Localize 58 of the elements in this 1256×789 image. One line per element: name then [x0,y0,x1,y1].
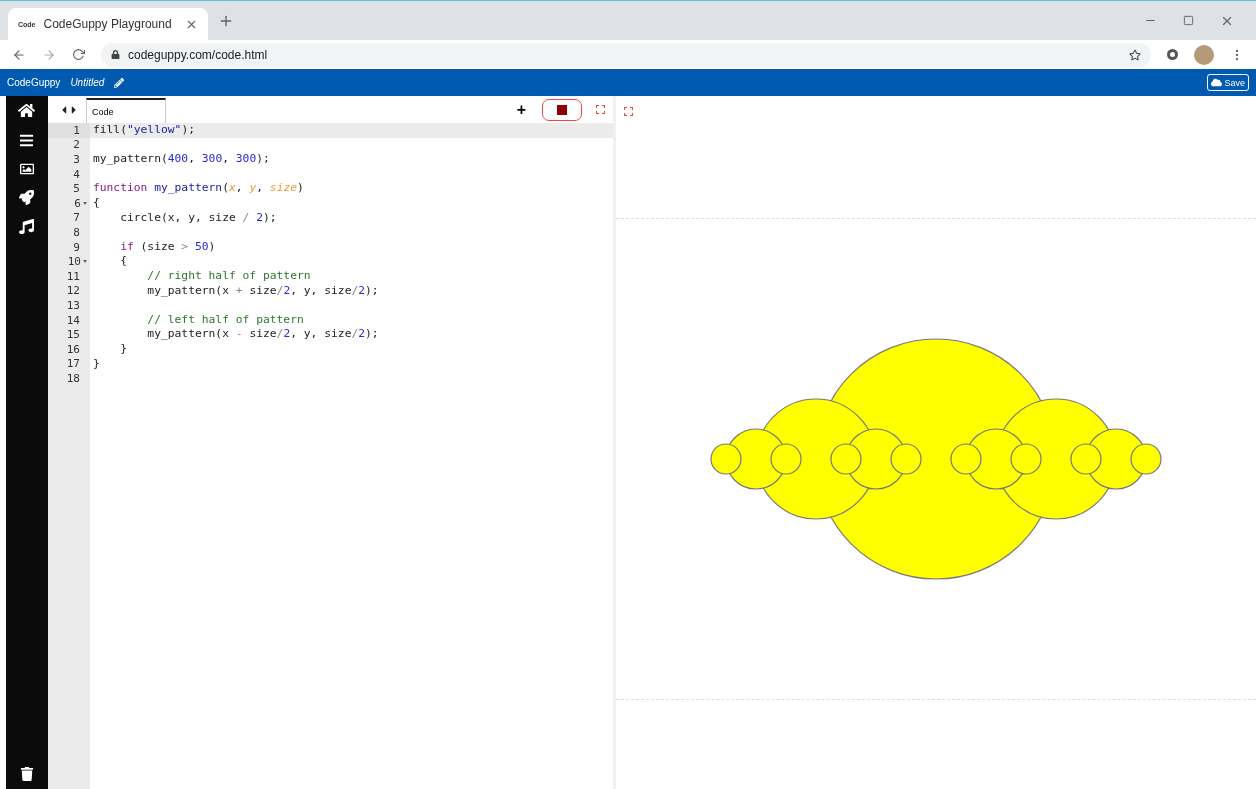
line-number-text: 6 [74,196,81,210]
line-number-text: 8 [73,225,80,239]
add-tab-button[interactable]: + [506,100,536,119]
image-icon[interactable] [19,162,34,176]
code-line: } [91,356,101,372]
tab-title: CodeGuppy Playground [43,17,173,31]
project-name: Untitled [70,77,105,88]
music-icon[interactable] [19,219,35,234]
line-number-text: 4 [73,167,80,181]
code-line: { [91,195,101,211]
code-line: if (size > 50) [119,239,217,255]
run-button[interactable] [542,98,582,121]
star-icon[interactable] [1129,48,1141,61]
line-number-text: 3 [73,153,80,166]
line-number-text: 9 [73,240,80,254]
line-number-text: 16 [66,342,80,356]
line-number-text: 10 [67,255,81,269]
trash-icon[interactable] [19,767,34,781]
line-number-text: 14 [66,313,80,327]
fullscreen-icon[interactable] [596,105,605,114]
code-line: my_pattern(x + size/2, y, size/2); [146,283,380,299]
line-number-text: 17 [66,357,80,371]
menu-icon[interactable] [19,133,35,148]
cloud-icon [1211,77,1223,88]
code-line: my_pattern(400, 300, 300); [91,152,271,167]
code-line: circle(x, y, size / 2); [119,210,278,226]
line-number-text: 18 [66,371,80,385]
line-number-text: 15 [66,328,80,342]
save-button[interactable]: Save [1207,74,1249,91]
brand-name: CodeGuppy [7,77,61,88]
line-number-text: 5 [73,182,80,196]
line-number-text: 13 [66,298,80,312]
pencil-icon[interactable] [114,77,125,88]
back-arrow-icon[interactable] [12,47,26,62]
home-icon[interactable] [18,102,36,119]
line-number-text: 11 [66,269,80,283]
code-line: } [119,341,128,357]
stop-icon [557,104,567,115]
lock-icon [111,50,120,59]
code-tab[interactable]: Code [85,98,166,123]
code-line: // right half of pattern [146,268,312,284]
extension-icon[interactable] [1167,49,1178,60]
code-line: my_pattern(x - size/2, y, size/2); [146,327,380,342]
maximize-icon[interactable] [1183,15,1194,26]
line-number-text: 7 [73,211,80,225]
code-line: // left half of pattern [146,312,305,328]
rocket-icon[interactable] [19,190,35,205]
reload-icon[interactable] [72,48,85,61]
fold-arrow-icon[interactable] [83,201,88,205]
fold-arrow-icon[interactable] [83,260,88,264]
line-number-text: 1 [73,123,80,137]
line-number-text: 12 [66,284,80,298]
code-line: { [119,254,128,269]
address-field[interactable]: codeguppy.com/code.html [101,42,1151,67]
fullscreen-icon[interactable] [624,107,633,116]
code-line: function my_pattern(x, y, size) [91,181,305,196]
avatar[interactable] [1194,44,1214,65]
line-number-text: 2 [73,138,80,152]
